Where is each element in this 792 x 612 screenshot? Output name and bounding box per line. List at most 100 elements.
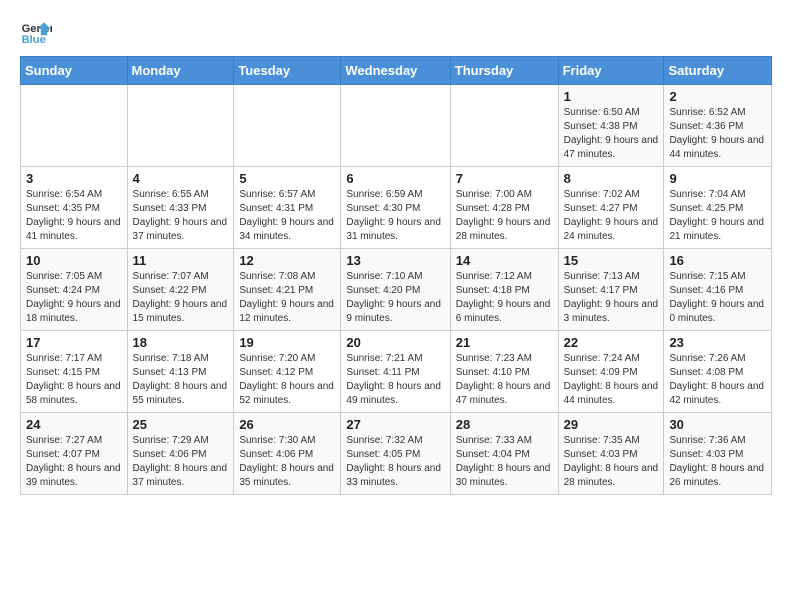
day-number: 15 <box>564 253 659 268</box>
day-info: Sunrise: 6:59 AM Sunset: 4:30 PM Dayligh… <box>346 188 444 244</box>
day-info: Sunrise: 7:27 AM Sunset: 4:07 PM Dayligh… <box>26 434 122 490</box>
col-header-tuesday: Tuesday <box>234 57 341 85</box>
day-info: Sunrise: 7:07 AM Sunset: 4:22 PM Dayligh… <box>133 270 229 326</box>
day-cell: 22 Sunrise: 7:24 AM Sunset: 4:09 PM Dayli… <box>558 331 664 413</box>
day-cell: 8 Sunrise: 7:02 AM Sunset: 4:27 PM Daylig… <box>558 167 664 249</box>
page: General Blue SundayMondayTuesdayWednesda… <box>0 0 792 505</box>
day-info: Sunrise: 6:50 AM Sunset: 4:38 PM Dayligh… <box>564 106 659 162</box>
day-cell: 12Sunrise: 7:08 AM Sunset: 4:21 PM Dayli… <box>234 249 341 331</box>
day-number: 21 <box>456 335 553 350</box>
day-number: 2 <box>669 89 766 104</box>
day-info: Sunrise: 7:26 AM Sunset: 4:08 PM Dayligh… <box>669 352 766 408</box>
day-number: 9 <box>669 171 766 186</box>
header: General Blue <box>20 16 772 48</box>
day-number: 26 <box>239 417 335 432</box>
day-number: 13 <box>346 253 444 268</box>
day-cell: 13 Sunrise: 7:10 AM Sunset: 4:20 PM Dayli… <box>341 249 450 331</box>
day-number: 7 <box>456 171 553 186</box>
day-cell: 27 Sunrise: 7:32 AM Sunset: 4:05 PM Dayli… <box>341 413 450 495</box>
day-number: 11 <box>133 253 229 268</box>
day-number: 28 <box>456 417 553 432</box>
calendar-header-row: SundayMondayTuesdayWednesdayThursdayFrid… <box>21 57 772 85</box>
day-number: 27 <box>346 417 444 432</box>
day-number: 4 <box>133 171 229 186</box>
day-info: Sunrise: 7:21 AM Sunset: 4:11 PM Dayligh… <box>346 352 444 408</box>
day-number: 10 <box>26 253 122 268</box>
day-cell: 26Sunrise: 7:30 AM Sunset: 4:06 PM Dayli… <box>234 413 341 495</box>
day-cell: 25 Sunrise: 7:29 AM Sunset: 4:06 PM Dayli… <box>127 413 234 495</box>
col-header-monday: Monday <box>127 57 234 85</box>
week-row-4: 17 Sunrise: 7:17 AM Sunset: 4:15 PM Dayli… <box>21 331 772 413</box>
day-cell: 11 Sunrise: 7:07 AM Sunset: 4:22 PM Dayli… <box>127 249 234 331</box>
day-cell <box>21 85 128 167</box>
day-cell: 14Sunrise: 7:12 AM Sunset: 4:18 PM Dayli… <box>450 249 558 331</box>
day-cell: 23 Sunrise: 7:26 AM Sunset: 4:08 PM Dayli… <box>664 331 772 413</box>
day-cell <box>341 85 450 167</box>
day-info: Sunrise: 7:23 AM Sunset: 4:10 PM Dayligh… <box>456 352 553 408</box>
day-info: Sunrise: 7:32 AM Sunset: 4:05 PM Dayligh… <box>346 434 444 490</box>
day-info: Sunrise: 7:17 AM Sunset: 4:15 PM Dayligh… <box>26 352 122 408</box>
day-number: 16 <box>669 253 766 268</box>
day-number: 8 <box>564 171 659 186</box>
day-cell <box>450 85 558 167</box>
day-info: Sunrise: 7:35 AM Sunset: 4:03 PM Dayligh… <box>564 434 659 490</box>
day-number: 30 <box>669 417 766 432</box>
week-row-3: 10 Sunrise: 7:05 AM Sunset: 4:24 PM Dayli… <box>21 249 772 331</box>
day-cell: 7Sunrise: 7:00 AM Sunset: 4:28 PM Daylig… <box>450 167 558 249</box>
day-number: 25 <box>133 417 229 432</box>
day-info: Sunrise: 7:08 AM Sunset: 4:21 PM Dayligh… <box>239 270 335 326</box>
day-info: Sunrise: 7:05 AM Sunset: 4:24 PM Dayligh… <box>26 270 122 326</box>
day-number: 18 <box>133 335 229 350</box>
day-cell: 18 Sunrise: 7:18 AM Sunset: 4:13 PM Dayli… <box>127 331 234 413</box>
day-cell: 24 Sunrise: 7:27 AM Sunset: 4:07 PM Dayli… <box>21 413 128 495</box>
day-number: 24 <box>26 417 122 432</box>
day-info: Sunrise: 7:29 AM Sunset: 4:06 PM Dayligh… <box>133 434 229 490</box>
day-number: 22 <box>564 335 659 350</box>
col-header-thursday: Thursday <box>450 57 558 85</box>
day-cell: 19Sunrise: 7:20 AM Sunset: 4:12 PM Dayli… <box>234 331 341 413</box>
day-info: Sunrise: 7:13 AM Sunset: 4:17 PM Dayligh… <box>564 270 659 326</box>
day-cell: 15 Sunrise: 7:13 AM Sunset: 4:17 PM Dayli… <box>558 249 664 331</box>
day-cell: 10 Sunrise: 7:05 AM Sunset: 4:24 PM Dayli… <box>21 249 128 331</box>
day-info: Sunrise: 7:24 AM Sunset: 4:09 PM Dayligh… <box>564 352 659 408</box>
logo: General Blue <box>20 16 56 48</box>
day-cell: 5 Sunrise: 6:57 AM Sunset: 4:31 PM Daylig… <box>234 167 341 249</box>
col-header-saturday: Saturday <box>664 57 772 85</box>
col-header-friday: Friday <box>558 57 664 85</box>
svg-text:General: General <box>22 23 52 35</box>
day-cell: 29 Sunrise: 7:35 AM Sunset: 4:03 PM Dayli… <box>558 413 664 495</box>
col-header-sunday: Sunday <box>21 57 128 85</box>
day-number: 20 <box>346 335 444 350</box>
day-cell: 20 Sunrise: 7:21 AM Sunset: 4:11 PM Dayli… <box>341 331 450 413</box>
day-info: Sunrise: 7:02 AM Sunset: 4:27 PM Dayligh… <box>564 188 659 244</box>
logo-icon: General Blue <box>20 16 52 48</box>
day-info: Sunrise: 6:57 AM Sunset: 4:31 PM Dayligh… <box>239 188 335 244</box>
day-cell: 9Sunrise: 7:04 AM Sunset: 4:25 PM Daylig… <box>664 167 772 249</box>
svg-text:Blue: Blue <box>22 34 46 46</box>
day-info: Sunrise: 6:52 AM Sunset: 4:36 PM Dayligh… <box>669 106 766 162</box>
day-number: 1 <box>564 89 659 104</box>
day-info: Sunrise: 7:20 AM Sunset: 4:12 PM Dayligh… <box>239 352 335 408</box>
col-header-wednesday: Wednesday <box>341 57 450 85</box>
day-cell: 1 Sunrise: 6:50 AM Sunset: 4:38 PM Daylig… <box>558 85 664 167</box>
day-info: Sunrise: 7:10 AM Sunset: 4:20 PM Dayligh… <box>346 270 444 326</box>
day-cell: 2 Sunrise: 6:52 AM Sunset: 4:36 PM Daylig… <box>664 85 772 167</box>
day-cell: 3Sunrise: 6:54 AM Sunset: 4:35 PM Daylig… <box>21 167 128 249</box>
day-info: Sunrise: 7:33 AM Sunset: 4:04 PM Dayligh… <box>456 434 553 490</box>
day-number: 6 <box>346 171 444 186</box>
day-cell <box>234 85 341 167</box>
week-row-5: 24 Sunrise: 7:27 AM Sunset: 4:07 PM Dayli… <box>21 413 772 495</box>
day-info: Sunrise: 7:12 AM Sunset: 4:18 PM Dayligh… <box>456 270 553 326</box>
day-number: 29 <box>564 417 659 432</box>
day-cell: 16 Sunrise: 7:15 AM Sunset: 4:16 PM Dayli… <box>664 249 772 331</box>
day-info: Sunrise: 7:18 AM Sunset: 4:13 PM Dayligh… <box>133 352 229 408</box>
day-number: 17 <box>26 335 122 350</box>
day-number: 23 <box>669 335 766 350</box>
calendar-table: SundayMondayTuesdayWednesdayThursdayFrid… <box>20 56 772 495</box>
day-number: 5 <box>239 171 335 186</box>
day-cell: 4Sunrise: 6:55 AM Sunset: 4:33 PM Daylig… <box>127 167 234 249</box>
day-cell: 28 Sunrise: 7:33 AM Sunset: 4:04 PM Dayli… <box>450 413 558 495</box>
day-cell <box>127 85 234 167</box>
week-row-2: 3Sunrise: 6:54 AM Sunset: 4:35 PM Daylig… <box>21 167 772 249</box>
day-info: Sunrise: 7:15 AM Sunset: 4:16 PM Dayligh… <box>669 270 766 326</box>
